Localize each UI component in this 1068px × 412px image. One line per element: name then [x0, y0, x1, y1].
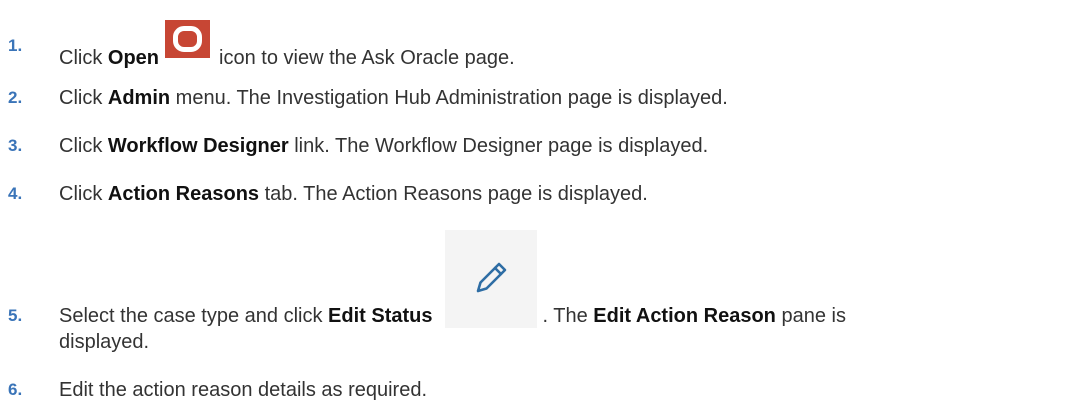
step-text: Click Open icon to view the Ask Oracle pa… [59, 20, 515, 72]
step-text-part: tab. The Action Reasons page is displaye… [259, 183, 648, 205]
step-text-part: Click [59, 87, 108, 109]
ui-term: Edit Action Reason [593, 305, 776, 327]
step-text-part: . The [542, 305, 594, 327]
step-text: Click Workflow Designer link. The Workfl… [59, 134, 708, 158]
step-text-part: link. The Workflow Designer page is disp… [288, 135, 709, 157]
pencil-edit-icon [444, 230, 537, 328]
ui-term: Action Reasons [107, 183, 260, 205]
step-text-part: Select the case type and click [59, 305, 329, 327]
step-number: 1. [8, 36, 23, 55]
step-number: 2. [8, 88, 23, 107]
step-text-part: Click [59, 47, 108, 69]
step-number: 6. [8, 380, 23, 399]
procedure-steps: 1. Click Open icon to view the Ask Oracle… [0, 0, 1068, 412]
step-text-part: pane is [775, 305, 846, 327]
step-text: Edit the action reason details as requir… [59, 379, 427, 401]
ui-term: Open [107, 47, 160, 69]
ui-term: Workflow Designer [107, 135, 289, 157]
step-text: Click Action Reasons tab. The Action Rea… [59, 182, 648, 206]
step-text-part: Click [59, 183, 108, 205]
step-number: 3. [8, 136, 23, 155]
step-number: 4. [8, 184, 23, 203]
ui-term: Admin [107, 87, 171, 109]
oracle-open-icon [165, 20, 211, 58]
oracle-ring-shape [173, 26, 203, 52]
step-text-part: menu. The Investigation Hub Administrati… [170, 87, 728, 109]
ui-term: Edit Status [328, 305, 433, 327]
step-text-part: icon to view the Ask Oracle page. [219, 47, 515, 69]
step-text-part: Click [59, 135, 108, 157]
step-text: Click Admin menu. The Investigation Hub … [59, 86, 728, 110]
pencil-glyph [476, 262, 506, 293]
step-text: displayed. [59, 331, 150, 353]
step-number: 5. [8, 306, 23, 325]
